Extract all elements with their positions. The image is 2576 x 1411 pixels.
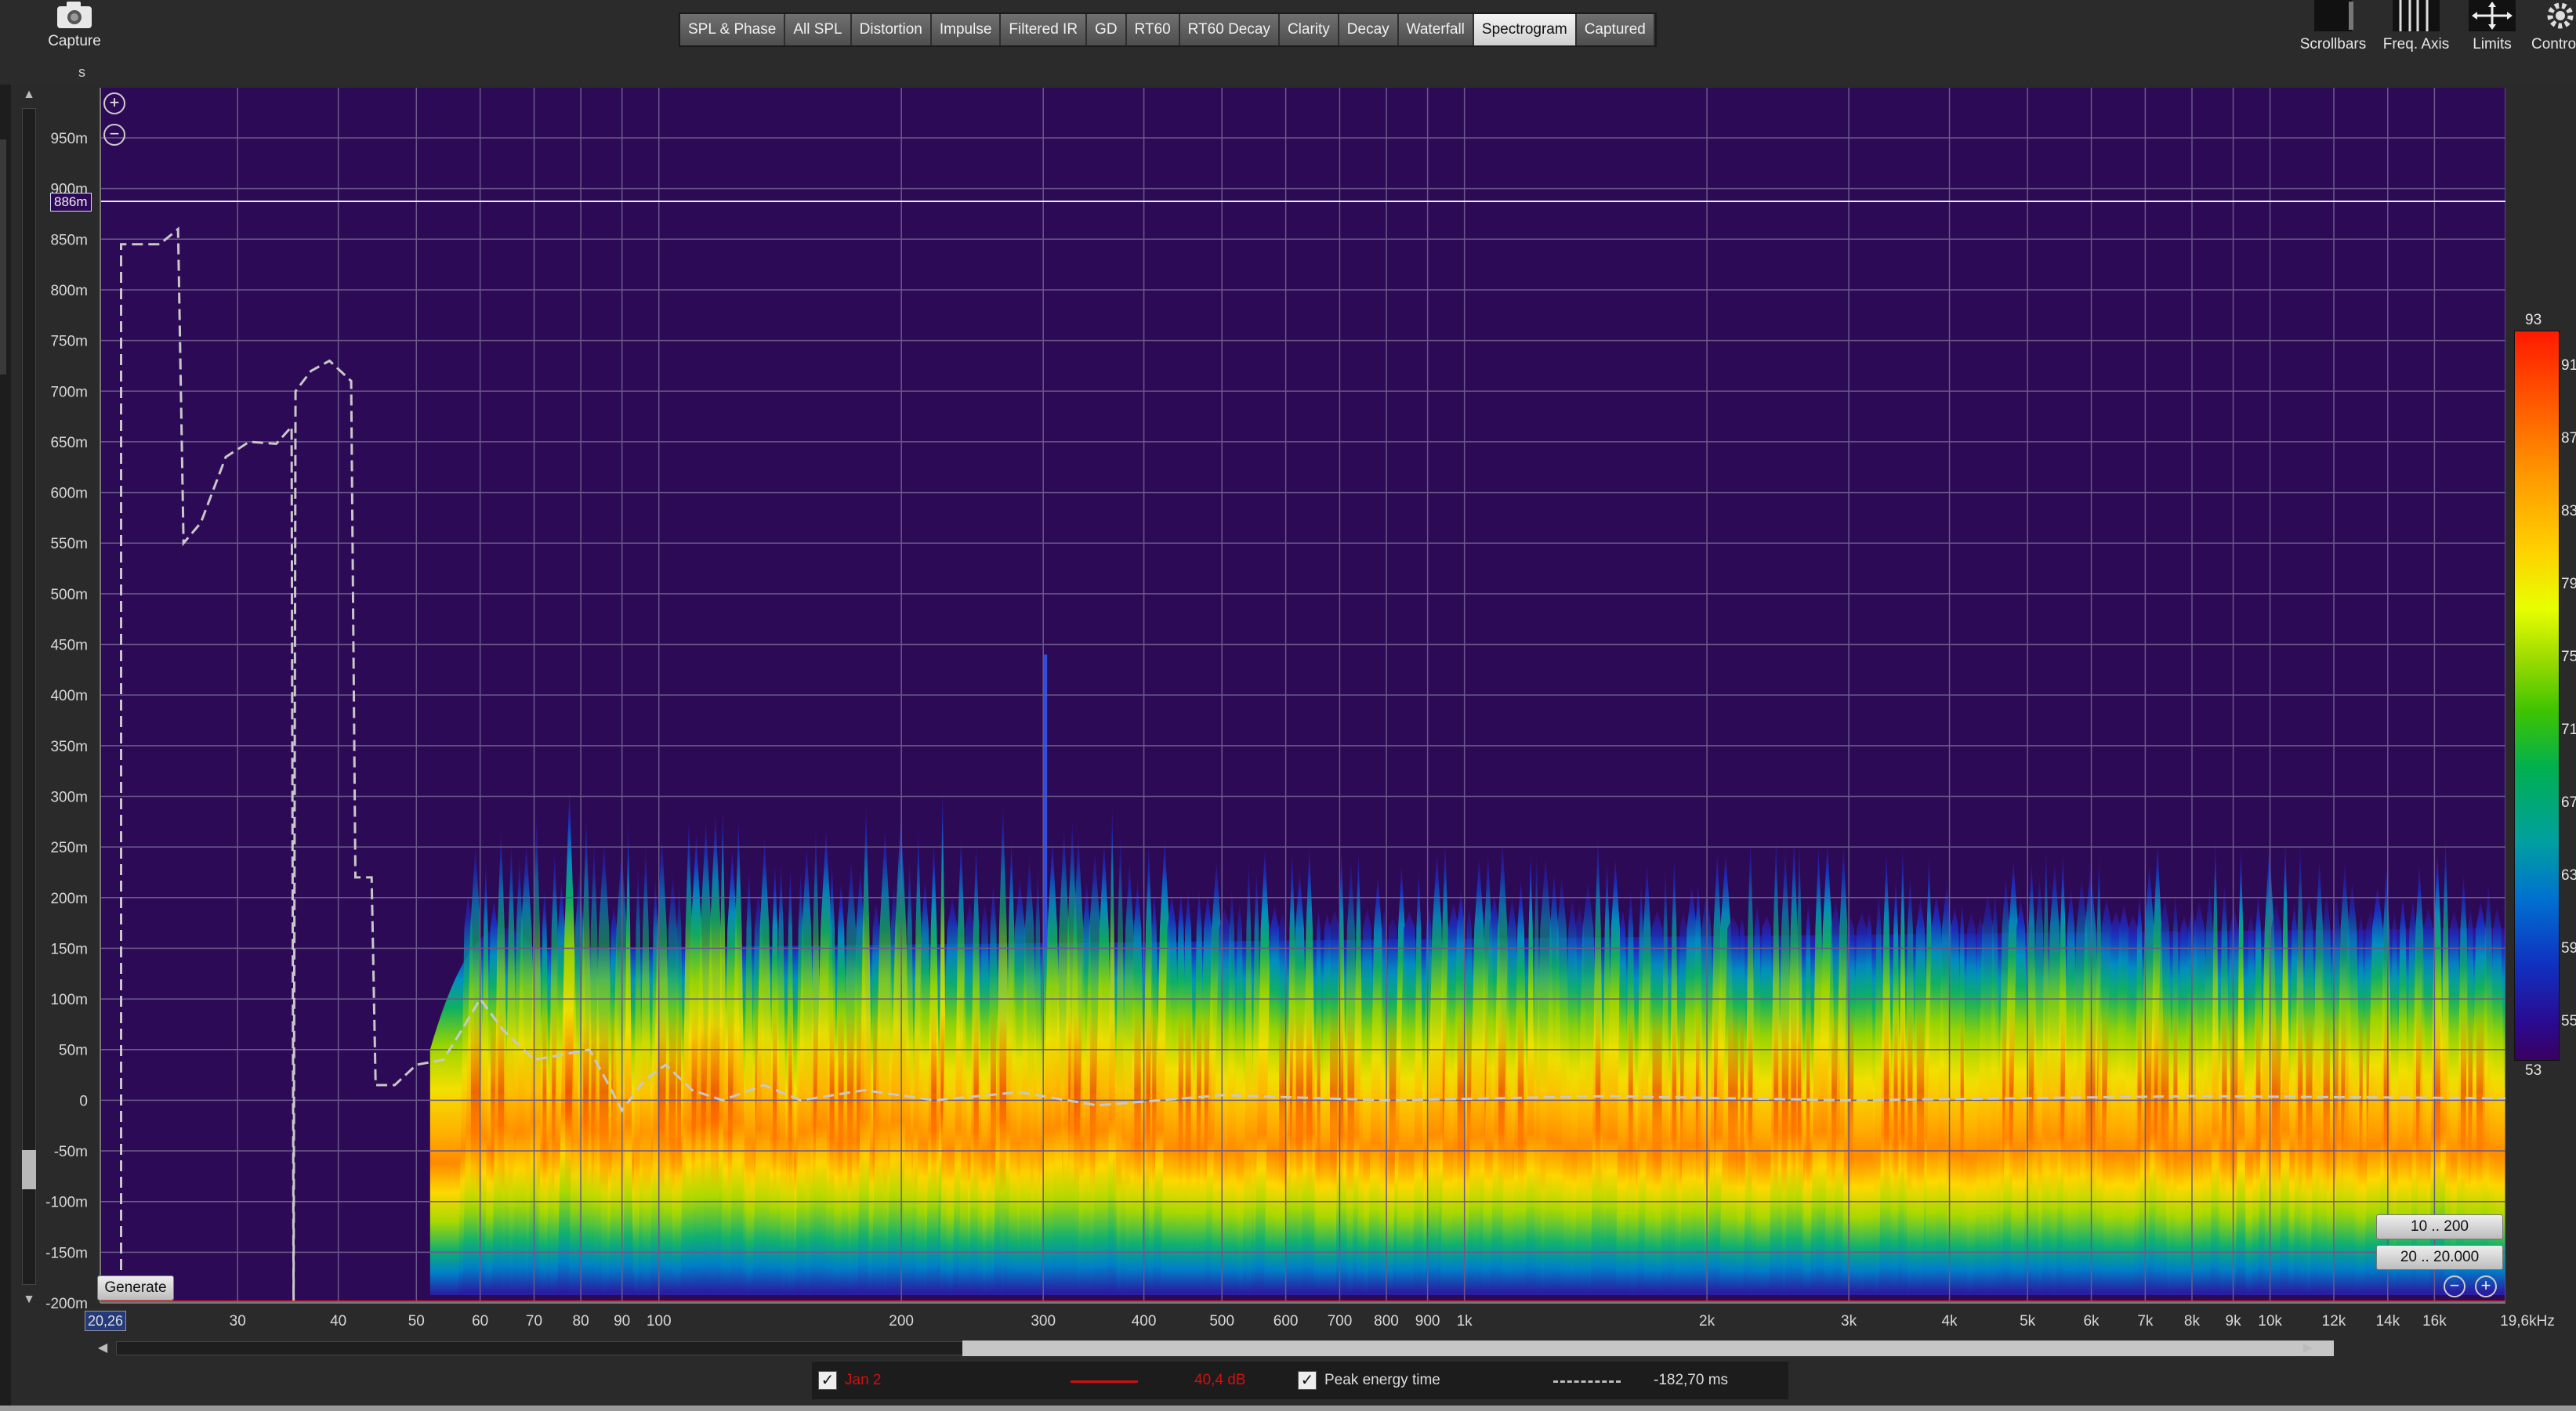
color-scale-gradient <box>2514 331 2560 1061</box>
bottom-border <box>0 1406 2576 1411</box>
x-tick-label: 100 <box>647 1313 672 1330</box>
x-tick-label: 70 <box>526 1313 542 1330</box>
y-tick-label: 150m <box>50 941 88 957</box>
x-axis: 30 40 50 60 70 80 90 100 200 300 400 500 600 700 800 90… <box>230 1313 2555 1330</box>
y-tick-label: -50m <box>54 1144 88 1160</box>
x-tick-label: 9k <box>2226 1313 2242 1330</box>
y-tick-label: 50m <box>59 1043 88 1059</box>
x-tick-label: 40 <box>330 1313 346 1330</box>
x-tick-label: 500 <box>1209 1313 1234 1330</box>
colorbar-max-label: 93 <box>2525 312 2542 328</box>
x-tick-label: 12k <box>2322 1313 2346 1330</box>
y-tick-label: -150m <box>45 1245 88 1261</box>
x-tick-label: 800 <box>1374 1313 1399 1330</box>
y-tick-label: 350m <box>50 739 88 755</box>
x-tick-label: 200 <box>889 1313 914 1330</box>
color-scale-bar <box>2513 331 2560 1061</box>
colorbar-min-label: 53 <box>2525 1062 2542 1079</box>
x-tick-label: 50 <box>408 1313 425 1330</box>
jan2-line-swatch <box>1071 1380 1138 1383</box>
y-tick-label: 100m <box>50 992 88 1008</box>
x-tick-label: 90 <box>614 1313 630 1330</box>
y-tick-label: -200m <box>45 1296 88 1312</box>
colorbar-tick-label: 55 <box>2561 1013 2576 1029</box>
zoom-in-icon[interactable]: + <box>103 92 125 114</box>
x-tick-label: 16k <box>2422 1313 2447 1330</box>
x-tick-label: 300 <box>1031 1313 1056 1330</box>
x-tick-label: 600 <box>1274 1313 1299 1330</box>
x-tick-label: 5k <box>2020 1313 2036 1330</box>
jan2-value: 40,4 dB <box>1194 1372 1246 1388</box>
y-tick-label: 200m <box>50 891 88 907</box>
y-tick-label: 300m <box>50 789 88 805</box>
x-tick-label: 14k <box>2375 1313 2400 1330</box>
y-tick-label: 700m <box>50 384 88 400</box>
y-tick-label: 400m <box>50 688 88 704</box>
x-tick-label: 6k <box>2083 1313 2100 1330</box>
horizontal-scroll-thumb[interactable] <box>962 1340 2334 1356</box>
freq-range-button[interactable]: 20 .. 20.000 <box>2376 1245 2503 1270</box>
x-tick-label: 700 <box>1328 1313 1353 1330</box>
zoom-out-icon[interactable]: − <box>103 124 125 146</box>
colorbar-tick-label: 59 <box>2561 940 2576 957</box>
peak-energy-value: -182,70 ms <box>1654 1372 1729 1388</box>
scroll-left-icon[interactable]: ◀ <box>94 1340 111 1357</box>
y-tick-label: 950m <box>50 131 88 147</box>
colorbar-tick-label: 75 <box>2561 649 2576 665</box>
y-tick-label: 500m <box>50 587 88 603</box>
y-tick-label: 550m <box>50 536 88 552</box>
colorbar-tick-label: 67 <box>2561 794 2576 811</box>
y-tick-label: 450m <box>50 638 88 654</box>
x-tick-label: 1k <box>1457 1313 1473 1330</box>
zoom-out-icon[interactable]: − <box>2444 1275 2465 1297</box>
x-tick-label: 60 <box>472 1313 488 1330</box>
colorbar-tick-label: 79 <box>2561 576 2576 592</box>
peak-energy-line-swatch <box>1553 1380 1621 1383</box>
y-tick-label: 650m <box>50 435 88 451</box>
y-tick-label: -100m <box>45 1195 88 1211</box>
scroll-right-icon[interactable]: ▶ <box>2299 1340 2317 1357</box>
x-tick-label: 19,6kHz <box>2500 1313 2555 1330</box>
colorbar-tick-label: 91 <box>2561 357 2576 374</box>
legend-bar: ✓ Jan 2 40,4 dB ✓ Peak energy time -182,… <box>812 1362 1788 1399</box>
x-tick-label: 900 <box>1415 1313 1440 1330</box>
y-axis: 950m900m850m800m750m700m650m600m550m500m… <box>45 131 88 1312</box>
x-tick-label: 8k <box>2184 1313 2201 1330</box>
x-tick-label: 3k <box>1841 1313 1857 1330</box>
colorbar-tick-label: 71 <box>2561 722 2576 738</box>
x-start-readout: 20,26 <box>85 1311 127 1331</box>
colorbar-tick-label: 87 <box>2561 430 2576 447</box>
y-tick-label: 750m <box>50 334 88 350</box>
y-tick-label: 250m <box>50 840 88 856</box>
y-tick-label: 0 <box>79 1093 88 1109</box>
x-tick-label: 10k <box>2258 1313 2282 1330</box>
time-range-button[interactable]: 10 .. 200 <box>2376 1214 2503 1239</box>
x-tick-label: 7k <box>2137 1313 2154 1330</box>
jan2-series-name: Jan 2 <box>845 1372 882 1388</box>
x-tick-label: 80 <box>573 1313 589 1330</box>
zoom-in-icon[interactable]: + <box>2475 1275 2497 1297</box>
colorbar-tick-label: 63 <box>2561 867 2576 884</box>
x-tick-label: 4k <box>1941 1313 1958 1330</box>
y-tick-label: 800m <box>50 283 88 299</box>
y-tick-label: 600m <box>50 486 88 502</box>
spectrogram-plot[interactable]: 950m900m850m800m750m700m650m600m550m500m… <box>0 0 2576 1411</box>
generate-button[interactable]: Generate <box>97 1275 174 1301</box>
x-tick-label: 2k <box>1699 1313 1716 1330</box>
x-tick-label: 30 <box>230 1313 246 1330</box>
peak-energy-series-name: Peak energy time <box>1324 1372 1440 1388</box>
horizontal-scrollbar[interactable]: ◀ ▶ <box>92 1337 2334 1360</box>
cursor-time-readout: 886m <box>50 193 92 212</box>
y-tick-label: 850m <box>50 232 88 248</box>
peak-energy-checkbox[interactable]: ✓ <box>1298 1371 1317 1390</box>
x-tick-label: 400 <box>1132 1313 1157 1330</box>
colorbar-tick-label: 83 <box>2561 503 2576 519</box>
jan2-checkbox[interactable]: ✓ <box>818 1371 837 1390</box>
